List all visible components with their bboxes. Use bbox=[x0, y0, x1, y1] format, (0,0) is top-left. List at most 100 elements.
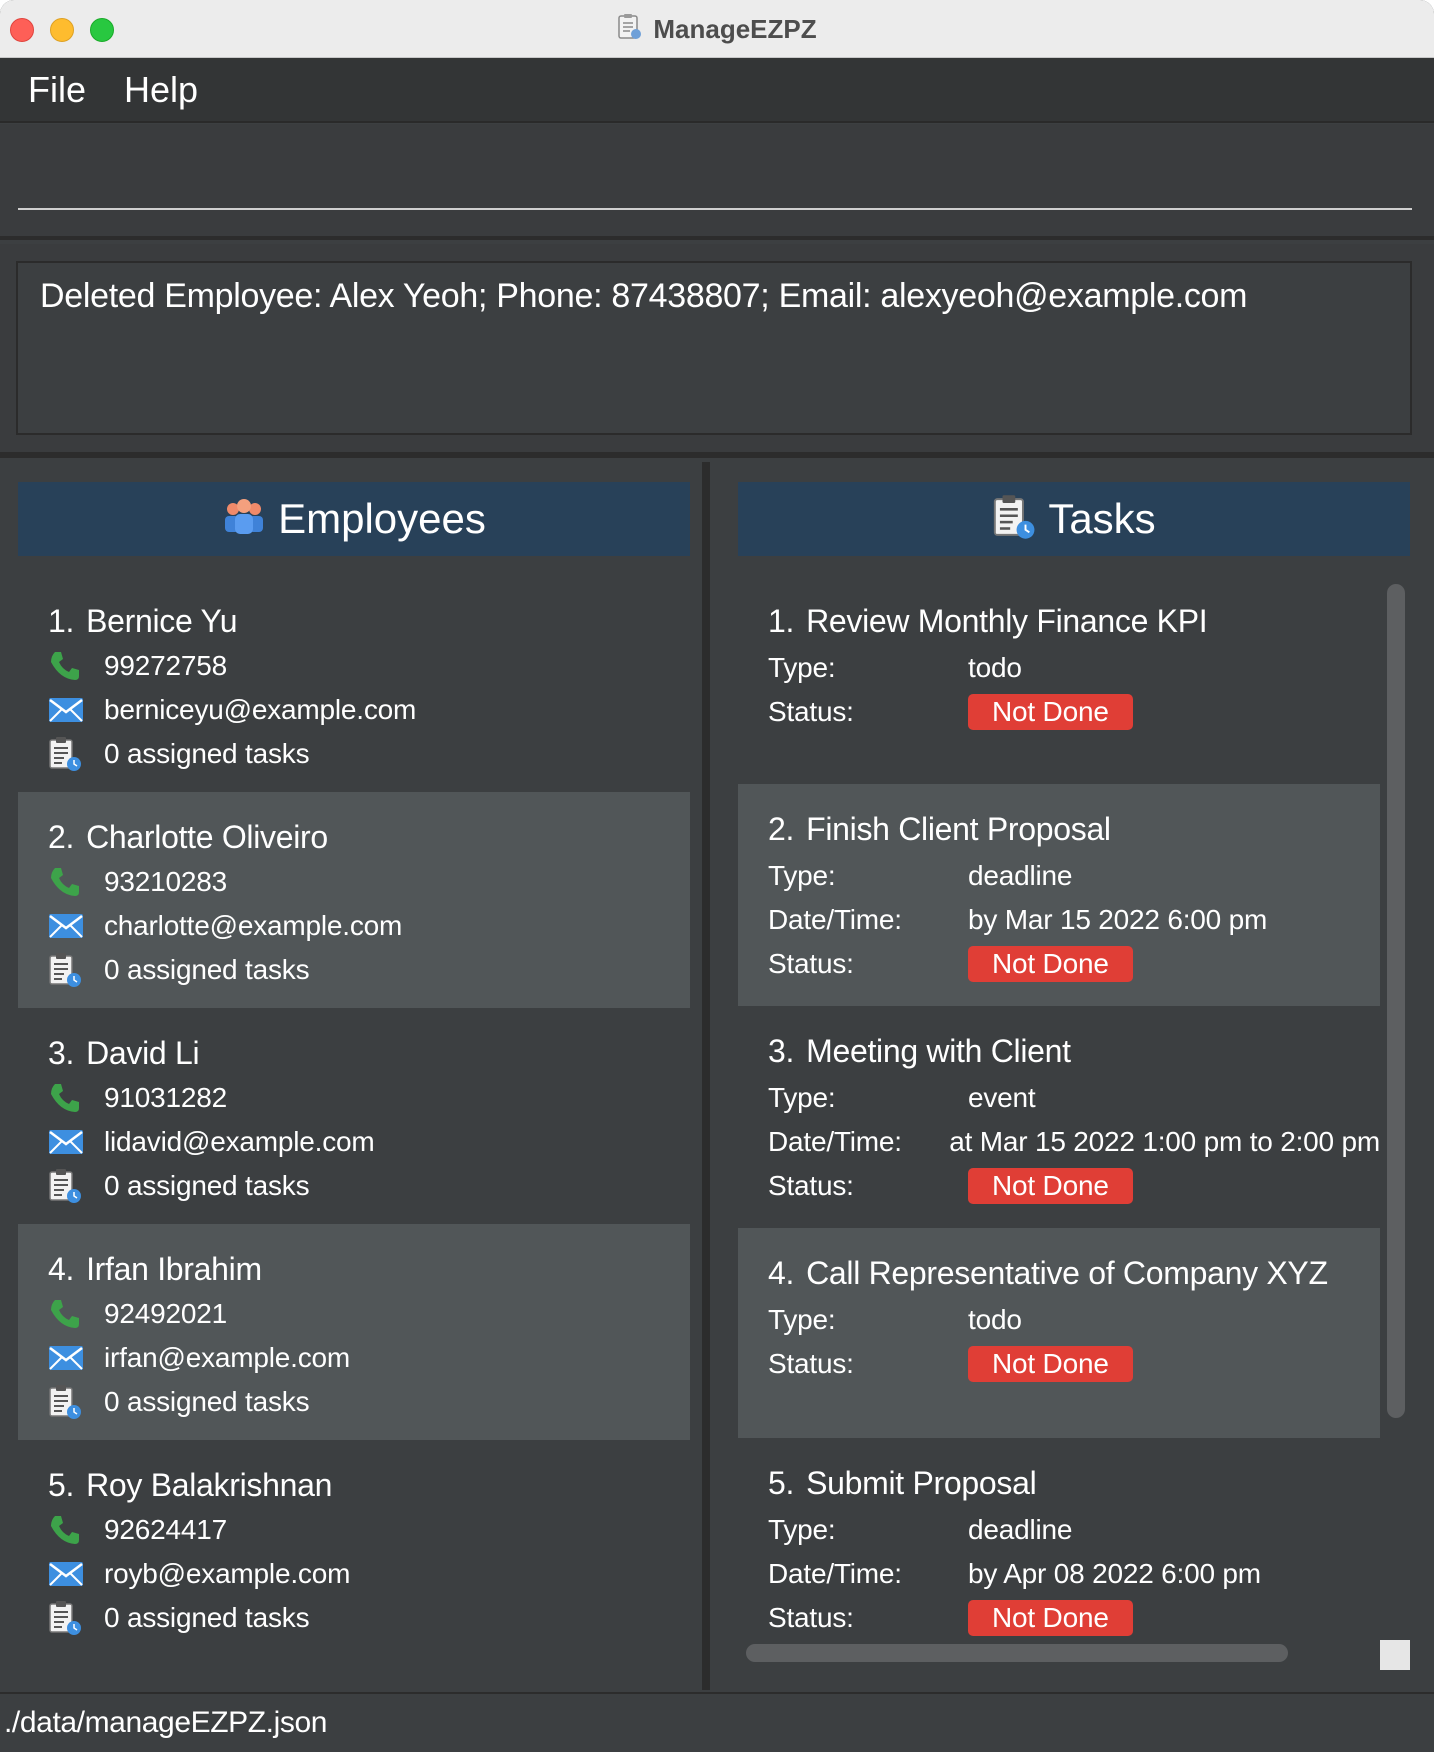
task-datetime: by Apr 08 2022 6:00 pm bbox=[968, 1558, 1261, 1589]
employee-phone-row: 92624417 bbox=[48, 1508, 690, 1552]
task-name: Submit Proposal bbox=[806, 1465, 1037, 1501]
task-datetime: at Mar 15 2022 1:00 pm to 2:00 pm bbox=[949, 1126, 1380, 1157]
task-type-label: Type: bbox=[768, 1082, 836, 1113]
employee-name-row: 2. Charlotte Oliveiro bbox=[48, 814, 690, 860]
employee-card[interactable]: 4. Irfan Ibrahim 92492021 irfan@example.… bbox=[18, 1224, 690, 1440]
task-status-label: Status: bbox=[768, 1602, 854, 1633]
task-type: deadline bbox=[968, 860, 1073, 891]
task-type-row: Type: todo bbox=[768, 646, 1380, 690]
employee-name: Irfan Ibrahim bbox=[86, 1251, 262, 1287]
employee-name: Charlotte Oliveiro bbox=[86, 819, 328, 855]
title-bar: ManageEZPZ bbox=[0, 0, 1434, 58]
task-card[interactable]: 3. Meeting with Client Type: event Date/… bbox=[738, 1006, 1380, 1228]
phone-icon bbox=[48, 1512, 86, 1548]
employee-task-count: 0 assigned tasks bbox=[104, 1602, 310, 1633]
employee-phone-row: 91031282 bbox=[48, 1076, 690, 1120]
tasks-header: Tasks bbox=[738, 482, 1410, 556]
employees-panel: Employees 1. Bernice Yu 99272758 bernice… bbox=[0, 462, 710, 1690]
employee-name-row: 3. David Li bbox=[48, 1030, 690, 1076]
email-icon bbox=[48, 692, 86, 728]
task-datetime: by Mar 15 2022 6:00 pm bbox=[968, 904, 1268, 935]
employee-index: 2. bbox=[48, 819, 75, 855]
task-status-label: Status: bbox=[768, 1170, 854, 1201]
employee-phone: 92492021 bbox=[104, 1298, 227, 1329]
task-name-row: 1. Review Monthly Finance KPI bbox=[768, 598, 1380, 646]
employee-name: David Li bbox=[86, 1035, 200, 1071]
status-badge: Not Done bbox=[968, 1600, 1133, 1636]
task-name-row: 3. Meeting with Client bbox=[768, 1028, 1380, 1076]
status-badge: Not Done bbox=[968, 1346, 1133, 1382]
employee-name: Bernice Yu bbox=[86, 603, 238, 639]
task-list-vertical-scrollbar[interactable] bbox=[1387, 584, 1405, 1418]
employee-tasks-row: 0 assigned tasks bbox=[48, 1596, 690, 1640]
task-index: 2. bbox=[768, 811, 795, 847]
task-card[interactable]: 1. Review Monthly Finance KPI Type: todo… bbox=[738, 576, 1380, 784]
task-list-icon bbox=[48, 952, 86, 988]
command-input[interactable] bbox=[18, 154, 1412, 210]
scrollbar-corner bbox=[1380, 1640, 1410, 1670]
employee-email-row: irfan@example.com bbox=[48, 1336, 690, 1380]
task-status-label: Status: bbox=[768, 1348, 854, 1379]
phone-icon bbox=[48, 648, 86, 684]
employee-card[interactable]: 1. Bernice Yu 99272758 berniceyu@example… bbox=[18, 576, 690, 792]
phone-icon bbox=[48, 1080, 86, 1116]
task-datetime-label: Date/Time: bbox=[768, 1558, 902, 1589]
employee-card[interactable]: 3. David Li 91031282 lidavid@example.com… bbox=[18, 1008, 690, 1224]
employee-phone: 93210283 bbox=[104, 866, 227, 897]
employee-card[interactable]: 5. Roy Balakrishnan 92624417 royb@exampl… bbox=[18, 1440, 690, 1656]
status-badge: Not Done bbox=[968, 946, 1133, 982]
phone-icon bbox=[48, 864, 86, 900]
task-card[interactable]: 4. Call Representative of Company XYZ Ty… bbox=[738, 1228, 1380, 1438]
employee-email: lidavid@example.com bbox=[104, 1126, 375, 1157]
employee-tasks-row: 0 assigned tasks bbox=[48, 732, 690, 776]
app-window: ManageEZPZ File Help Deleted Employee: A… bbox=[0, 0, 1434, 1752]
phone-icon bbox=[48, 1296, 86, 1332]
task-type: todo bbox=[968, 1304, 1022, 1335]
task-card[interactable]: 5. Submit Proposal Type: deadline Date/T… bbox=[738, 1438, 1380, 1636]
status-badge: Not Done bbox=[968, 1168, 1133, 1204]
employee-phone: 99272758 bbox=[104, 650, 227, 681]
task-list-icon bbox=[48, 736, 86, 772]
employee-email-row: royb@example.com bbox=[48, 1552, 690, 1596]
task-name: Finish Client Proposal bbox=[806, 811, 1111, 847]
task-card[interactable]: 2. Finish Client Proposal Type: deadline… bbox=[738, 784, 1380, 1006]
employee-name-row: 1. Bernice Yu bbox=[48, 598, 690, 644]
task-list-horizontal-scrollbar[interactable] bbox=[746, 1644, 1288, 1662]
task-datetime-row: Date/Time: by Mar 15 2022 6:00 pm bbox=[768, 898, 1380, 942]
employees-header: Employees bbox=[18, 482, 690, 556]
task-index: 4. bbox=[768, 1255, 795, 1291]
menu-help[interactable]: Help bbox=[124, 69, 198, 111]
task-type-row: Type: todo bbox=[768, 1298, 1380, 1342]
task-list[interactable]: 1. Review Monthly Finance KPI Type: todo… bbox=[738, 576, 1380, 1636]
task-status-row: Status: Not Done bbox=[768, 1342, 1380, 1386]
employee-list[interactable]: 1. Bernice Yu 99272758 berniceyu@example… bbox=[18, 576, 690, 1656]
employees-icon bbox=[222, 497, 266, 542]
result-text: Deleted Employee: Alex Yeoh; Phone: 8743… bbox=[40, 277, 1248, 315]
title-wrap: ManageEZPZ bbox=[0, 0, 1434, 58]
task-type: deadline bbox=[968, 1514, 1073, 1545]
task-type-row: Type: deadline bbox=[768, 854, 1380, 898]
employee-card[interactable]: 2. Charlotte Oliveiro 93210283 charlotte… bbox=[18, 792, 690, 1008]
task-list-icon bbox=[48, 1600, 86, 1636]
employee-name-row: 5. Roy Balakrishnan bbox=[48, 1462, 690, 1508]
task-name: Review Monthly Finance KPI bbox=[806, 603, 1208, 639]
task-datetime-label: Date/Time: bbox=[768, 904, 902, 935]
result-display[interactable]: Deleted Employee: Alex Yeoh; Phone: 8743… bbox=[16, 261, 1412, 435]
employee-index: 4. bbox=[48, 1251, 75, 1287]
task-index: 1. bbox=[768, 603, 795, 639]
window-title: ManageEZPZ bbox=[653, 13, 817, 44]
app-icon bbox=[617, 13, 643, 46]
task-type: event bbox=[968, 1082, 1036, 1113]
employee-email-row: berniceyu@example.com bbox=[48, 688, 690, 732]
menu-file[interactable]: File bbox=[28, 69, 86, 111]
employee-tasks-row: 0 assigned tasks bbox=[48, 1380, 690, 1424]
employee-email-row: lidavid@example.com bbox=[48, 1120, 690, 1164]
employee-phone-row: 92492021 bbox=[48, 1292, 690, 1336]
task-status-row: Status: Not Done bbox=[768, 942, 1380, 986]
task-type-row: Type: event bbox=[768, 1076, 1380, 1120]
task-status-row: Status: Not Done bbox=[768, 1596, 1380, 1636]
task-status-label: Status: bbox=[768, 948, 854, 979]
task-status-row: Status: Not Done bbox=[768, 1164, 1380, 1208]
task-name-row: 2. Finish Client Proposal bbox=[768, 806, 1380, 854]
employee-email: royb@example.com bbox=[104, 1558, 351, 1589]
